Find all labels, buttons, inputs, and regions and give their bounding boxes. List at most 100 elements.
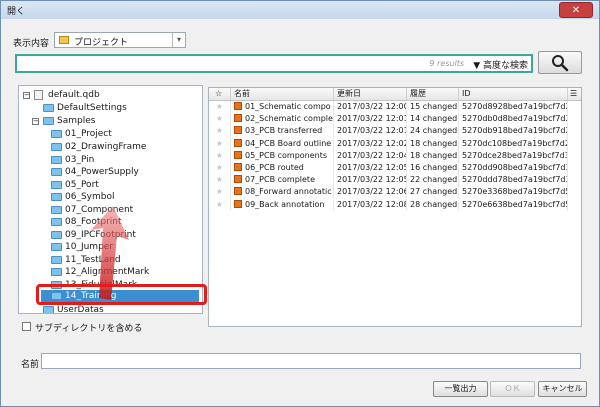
tree-item-label: UserDatas [57,305,104,314]
tree-item-samples[interactable]: − Samples [19,115,202,127]
cell-id: 5270d8928bed7a19bcf7d26b [459,101,568,113]
column-header-name[interactable]: 名前 [231,88,334,100]
design-file-icon [234,187,242,196]
cell-name: 08_Forward annotatic [231,186,334,199]
tree-item-label: Samples [57,116,96,126]
cell-name: 04_PCB Board outline [231,137,334,150]
folder-icon [51,156,62,164]
tree-item-01-project[interactable]: 01_Project [19,128,202,140]
cell-history: 28 changed [407,198,459,211]
table-header: ☆ 名前 更新日 履歴 ID ☰ [209,88,581,101]
cell-name-text: 06_PCB routed [245,163,304,172]
folder-icon [51,181,62,189]
cell-history: 18 changed [407,137,459,150]
favorite-star-icon[interactable]: ★ [209,113,231,126]
design-file-icon [234,114,242,123]
folder-icon [51,206,62,214]
favorite-star-icon[interactable]: ★ [209,186,231,199]
close-button[interactable]: ✕ [559,2,593,18]
collapse-icon[interactable]: − [32,118,39,125]
cell-name-text: 09_Back annotation [245,199,325,209]
favorite-star-icon[interactable]: ★ [209,101,231,113]
tree-item-03-pin[interactable]: 03_Pin [19,154,202,166]
search-icon [552,55,569,72]
chevron-down-icon[interactable]: ▾ [172,33,185,47]
folder-icon [51,193,62,201]
folder-icon [51,231,62,239]
table-row[interactable]: ★ 06_PCB routed 2017/03/22 12:05 16 changed… [209,162,581,174]
cell-id: 5270dc108bed7a19bcf7d2e4 [459,137,568,150]
cell-updated: 2017/03/22 12:00 [334,101,407,113]
favorite-star-icon[interactable]: ★ [209,137,231,150]
tree-item-root[interactable]: − default.qdb [19,89,202,101]
title-bar: 開く ✕ [1,1,599,19]
tree-item-05-port[interactable]: 05_Port [19,179,202,191]
design-file-icon [234,163,242,171]
cancel-button[interactable]: キャンセル [538,381,587,397]
cell-id: 5270dd908bed7a19bcf7d3d7 [459,162,568,174]
export-list-button[interactable]: 一覧出力 [433,381,488,397]
tree-item-label: 06_Symbol [65,192,115,202]
folder-icon [43,306,54,313]
cell-history: 14 changed [407,113,459,126]
cell-name: 03_PCB transferred [231,125,334,138]
table-row[interactable]: ★ 02_Schematic comple 2017/03/22 12:01 14 c… [209,113,581,126]
folder-icon [51,143,62,151]
cell-history: 15 changed [407,101,459,113]
search-button[interactable] [538,51,582,74]
cell-id: 5270dce28bed7a19bcf7d39c [459,149,568,162]
table-row[interactable]: ★ 03_PCB transferred 2017/03/22 12:01 24 ch… [209,125,581,138]
cell-name-text: 02_Schematic comple [245,114,333,124]
include-subdirs-checkbox[interactable] [22,322,31,331]
search-input[interactable]: 9 results ▼ 高度な検索 [15,54,533,73]
cell-name: 07_PCB complete [231,174,334,187]
table-row[interactable]: ★ 04_PCB Board outline 2017/03/22 12:02 18 … [209,137,581,150]
ok-button[interactable]: ＯＫ [490,381,535,397]
tree-item-defaultsettings[interactable]: DefaultSettings [19,102,202,114]
advanced-search-toggle[interactable]: ▼ 高度な検索 [473,58,528,71]
view-select-value: プロジェクト [74,38,129,48]
column-header-id[interactable]: ID [459,88,568,100]
column-header-history[interactable]: 履歴 [407,88,459,100]
favorite-star-icon[interactable]: ★ [209,125,231,138]
table-row[interactable]: ★ 05_PCB components 2017/03/22 12:04 18 cha… [209,149,581,162]
cell-updated: 2017/03/22 12:02 [334,137,407,150]
tree-item-06-symbol[interactable]: 06_Symbol [19,191,202,203]
search-result-count: 9 results [429,59,464,68]
favorite-star-icon[interactable]: ★ [209,174,231,187]
favorite-star-icon[interactable]: ★ [209,198,231,211]
folder-icon [43,117,54,125]
view-select[interactable]: プロジェクト ▾ [54,32,186,48]
table-row[interactable]: ★ 01_Schematic compo 2017/03/22 12:00 15 ch… [209,101,581,113]
tree-item-label: DefaultSettings [57,103,127,113]
cell-name: 06_PCB routed [231,162,334,174]
cell-name: 02_Schematic comple [231,113,334,126]
table-row[interactable]: ★ 08_Forward annotatic 2017/03/22 12:06 27 … [209,186,581,199]
cell-name: 05_PCB components [231,149,334,162]
folder-icon [51,218,62,226]
cell-updated: 2017/03/22 12:04 [334,149,407,162]
collapse-icon[interactable]: − [23,92,30,99]
favorite-star-icon[interactable]: ★ [209,162,231,174]
tree-item-04-powersupply[interactable]: 04_PowerSupply [19,166,202,178]
project-table: ☆ 名前 更新日 履歴 ID ☰ ★ 01_Schematic compo 2017… [208,87,582,327]
tree-item-label: 03_Pin [65,155,95,165]
table-row[interactable]: ★ 09_Back annotation 2017/03/22 12:08 28 ch… [209,198,581,211]
cell-name-text: 01_Schematic compo [245,102,331,111]
design-file-icon [234,102,242,110]
cell-history: 22 changed [407,174,459,187]
tree-item-userdatas[interactable]: UserDatas [19,304,202,314]
window-title: 開く [7,7,26,17]
name-input[interactable] [41,353,581,369]
name-label: 名前 [21,360,40,370]
column-header-updated[interactable]: 更新日 [334,88,407,100]
design-file-icon [234,138,242,147]
cell-name-text: 05_PCB components [245,150,328,160]
table-row[interactable]: ★ 07_PCB complete 2017/03/22 12:05 22 chang… [209,174,581,187]
column-chooser-icon[interactable]: ☰ [568,88,581,100]
favorite-star-icon[interactable]: ★ [209,149,231,162]
cell-name-text: 04_PCB Board outline [245,138,332,148]
tree-item-02-drawingframe[interactable]: 02_DrawingFrame [19,141,202,153]
column-header-star[interactable]: ☆ [209,88,231,100]
cell-updated: 2017/03/22 12:05 [334,162,407,174]
